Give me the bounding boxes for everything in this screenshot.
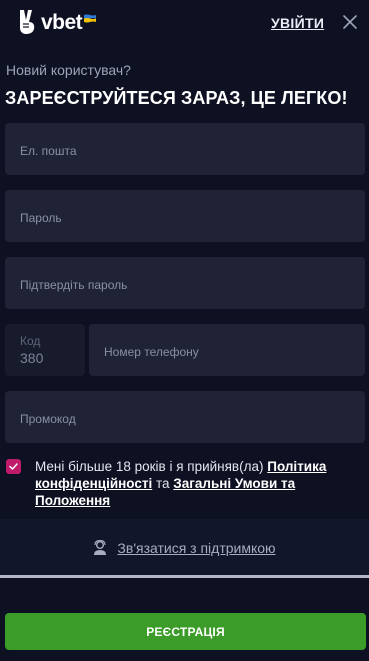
consent-text: Мені більше 18 років і я прийняв(ла) Пол… <box>35 458 355 509</box>
support-agent-icon <box>94 539 107 555</box>
victory-hand-logo-icon <box>20 10 35 34</box>
confirm-password-field[interactable]: Підтвердіть пароль <box>5 257 365 309</box>
divider <box>0 575 369 578</box>
phone-placeholder: Номер телефону <box>104 345 199 359</box>
country-code-value: 380 <box>20 350 44 366</box>
confirm-password-placeholder: Підтвердіть пароль <box>20 278 128 292</box>
password-placeholder: Пароль <box>20 211 62 225</box>
new-user-subtitle: Новий користувач? <box>6 62 131 78</box>
consent-prefix: Мені більше 18 років і я прийняв(ла) <box>35 459 268 474</box>
ukraine-flag-icon <box>84 14 97 22</box>
logo-text: vbet <box>41 11 83 34</box>
country-code-field: Код 380 <box>5 324 85 376</box>
support-bar: Зв'язатися з підтримкою <box>0 519 369 576</box>
country-code-label: Код <box>20 334 41 348</box>
login-link[interactable]: УВІЙТИ <box>271 15 324 31</box>
contact-support-link[interactable]: Зв'язатися з підтримкою <box>0 519 369 576</box>
register-button[interactable]: РЕЄСТРАЦІЯ <box>5 613 366 650</box>
header: vbet УВІЙТИ <box>0 0 369 46</box>
promo-code-placeholder: Промокод <box>20 412 76 426</box>
vbet-logo[interactable]: vbet <box>16 9 97 35</box>
page-title: ЗАРЕЄСТРУЙТЕСЯ ЗАРАЗ, ЦЕ ЛЕГКО! <box>5 88 348 108</box>
email-field[interactable]: Ел. пошта <box>5 123 365 175</box>
contact-support-label: Зв'язатися з підтримкою <box>117 539 276 556</box>
consent-middle: та <box>152 476 174 491</box>
email-placeholder: Ел. пошта <box>20 144 77 158</box>
promo-code-field[interactable]: Промокод <box>5 391 365 443</box>
consent-checkbox[interactable] <box>6 459 21 474</box>
phone-field[interactable]: Номер телефону <box>89 324 365 376</box>
checkmark-icon <box>9 463 18 470</box>
close-icon[interactable] <box>342 14 358 30</box>
password-field[interactable]: Пароль <box>5 190 365 242</box>
